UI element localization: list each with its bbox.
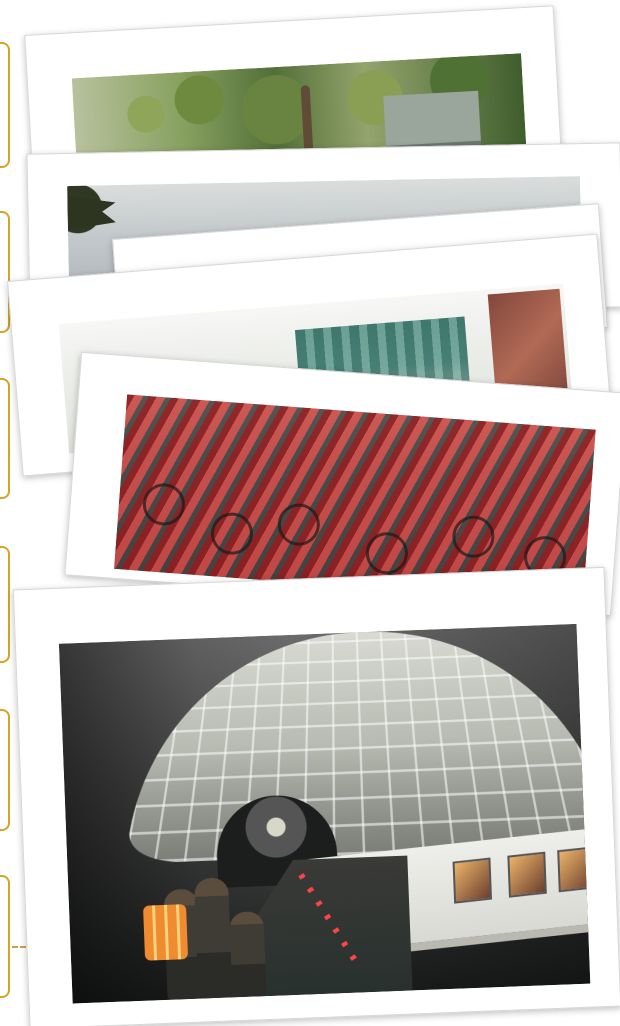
passenger — [194, 877, 233, 999]
bracket-marker-5 — [0, 709, 10, 831]
train-window — [557, 846, 591, 893]
bracket-marker-6 — [0, 875, 10, 998]
bracket-marker-4 — [0, 546, 10, 663]
train-window — [507, 851, 547, 898]
photo-collage — [0, 0, 620, 1026]
passenger — [229, 911, 267, 998]
bracket-marker-2 — [0, 211, 10, 333]
train-window — [452, 857, 493, 904]
photo-card-metro — [12, 566, 620, 1026]
bracket-marker-3 — [0, 378, 10, 499]
bracket-marker-1 — [0, 42, 10, 168]
metro-station-photo — [58, 623, 591, 1004]
safety-vest-worker — [143, 904, 189, 961]
